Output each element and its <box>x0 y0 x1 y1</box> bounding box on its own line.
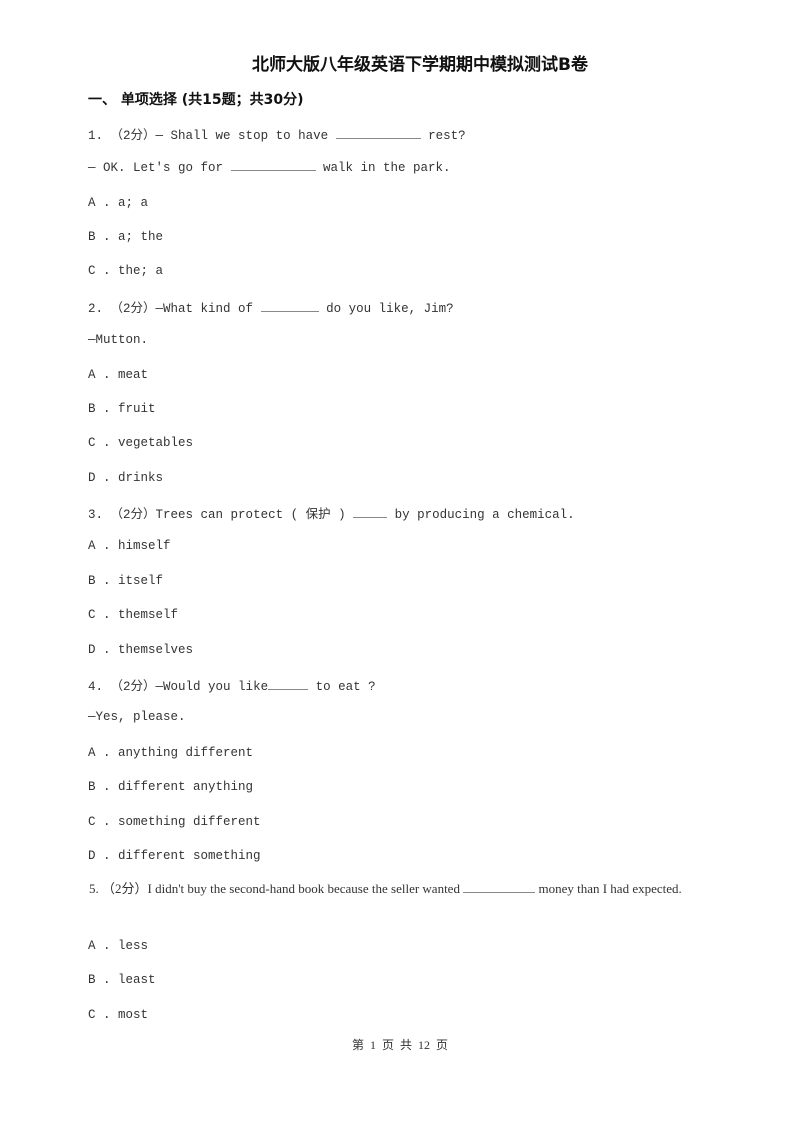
question-points: （2分） <box>110 302 156 316</box>
option-3b: B . itself <box>88 574 164 588</box>
question-number: 5. <box>89 881 99 896</box>
option-1c: C . the; a <box>88 264 164 278</box>
answer-blank <box>335 137 421 139</box>
option-5b: B . least <box>88 973 156 987</box>
stem-text: to eat ? <box>308 680 376 694</box>
option-5c: C . most <box>88 1008 149 1022</box>
stem-text: —Would you like <box>155 680 269 694</box>
document-title: 北师大版八年级英语下学期期中模拟测试B卷 <box>252 55 588 75</box>
page-footer: 第 1 页 共 12 页 <box>351 1038 448 1052</box>
stem-text: I didn't buy the second-hand book becaus… <box>147 881 464 896</box>
option-3c: C . themself <box>88 608 179 622</box>
question-points: （2分） <box>102 881 148 896</box>
question-number: 2. <box>88 302 104 316</box>
answer-blank <box>230 169 316 171</box>
option-5a: A . less <box>88 939 149 953</box>
stem-text: Trees can protect ( 保护 ) <box>155 508 354 522</box>
question-points: （2分） <box>110 129 156 143</box>
option-4b: B . different anything <box>88 780 254 794</box>
option-2d: D . drinks <box>88 471 164 485</box>
stem-text: do you like, Jim? <box>318 302 454 316</box>
question-4-line2: —Yes, please. <box>88 710 186 724</box>
question-points: （2分） <box>110 680 156 694</box>
stem-text: rest? <box>420 129 466 143</box>
answer-blank <box>268 688 309 690</box>
option-2a: A . meat <box>88 368 149 382</box>
option-1b: B . a; the <box>88 230 164 244</box>
option-4c: C . something different <box>88 815 261 829</box>
question-number: 1. <box>88 129 104 143</box>
option-1a: A . a; a <box>88 196 149 210</box>
question-2-stem: 2. （2分）—What kind of do you like, Jim? <box>88 297 454 316</box>
answer-blank <box>353 516 388 518</box>
stem-text: walk in the park. <box>315 161 451 175</box>
stem-text: by producing a chemical. <box>387 508 575 522</box>
question-1-line2: — OK. Let's go for walk in the park. <box>88 161 451 175</box>
question-3-stem: 3. （2分）Trees can protect ( 保护 ) by produ… <box>88 503 575 522</box>
answer-blank <box>260 310 319 312</box>
stem-text: —What kind of <box>155 302 261 316</box>
option-2c: C . vegetables <box>88 436 194 450</box>
question-1-stem: 1. （2分）— Shall we stop to have rest? <box>88 124 466 143</box>
answer-blank <box>463 891 536 893</box>
option-3d: D . themselves <box>88 643 194 657</box>
question-number: 4. <box>88 680 104 694</box>
question-number: 3. <box>88 508 104 522</box>
section-heading: 一、 单项选择 (共15题；共30分) <box>88 92 304 108</box>
option-4d: D . different something <box>88 849 261 863</box>
option-3a: A . himself <box>88 539 171 553</box>
question-2-line2: —Mutton. <box>88 333 149 347</box>
question-points: （2分） <box>110 508 156 522</box>
option-4a: A . anything different <box>88 746 254 760</box>
stem-text: money than I had expected. <box>535 881 682 896</box>
option-2b: B . fruit <box>88 402 156 416</box>
stem-text: — OK. Let's go for <box>88 161 231 175</box>
question-5-stem: 5. （2分）I didn't buy the second-hand book… <box>48 877 754 900</box>
stem-text: — Shall we stop to have <box>155 129 336 143</box>
question-4-stem: 4. （2分）—Would you like to eat ? <box>88 675 376 694</box>
